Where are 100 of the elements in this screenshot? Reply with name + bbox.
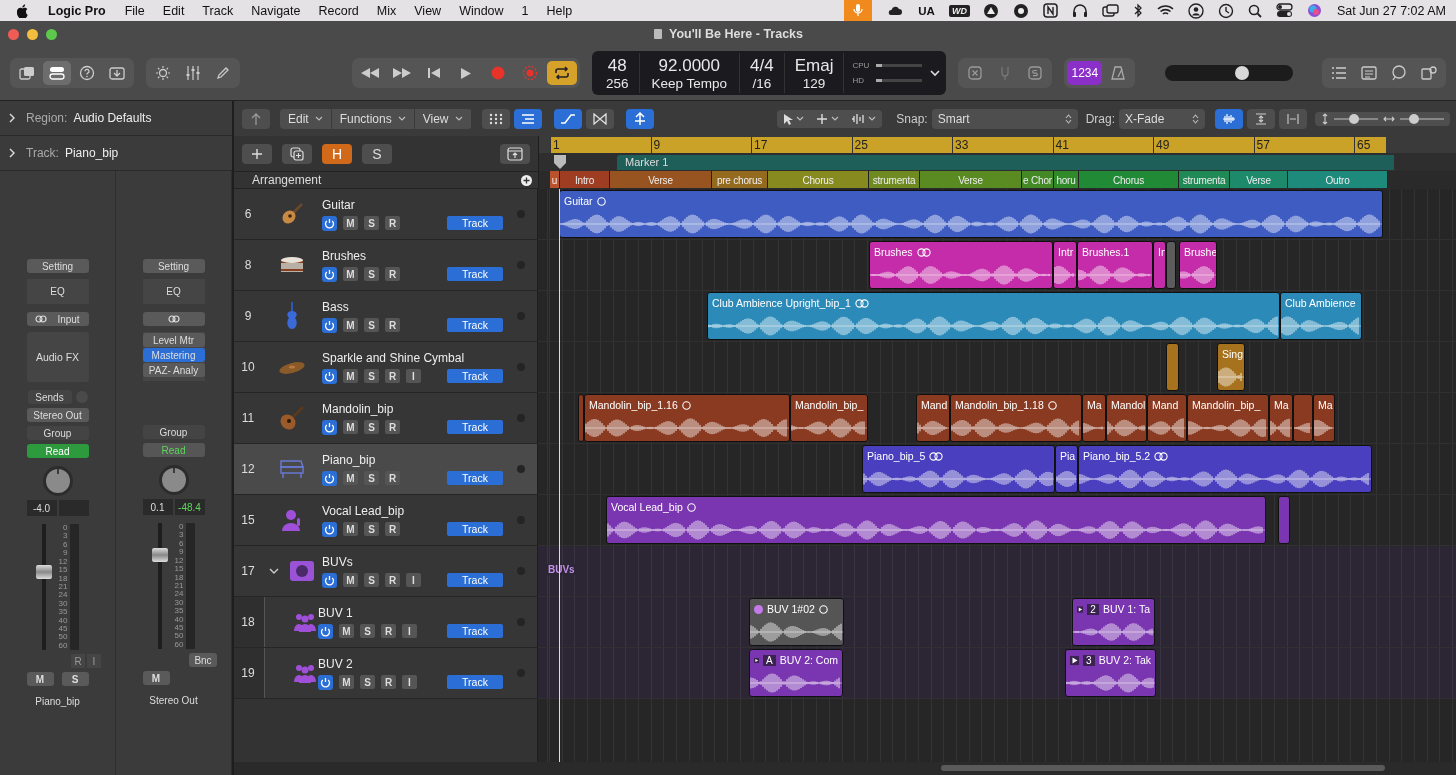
track-header[interactable]: 9 Bass M S R Track [234, 291, 538, 342]
lcd-display[interactable]: 48 256 92.0000 Keep Tempo 4/4 /16 Emaj 129 CPU HD [592, 51, 947, 95]
audio-region[interactable]: Club Ambience [1280, 292, 1362, 340]
arrangement-section[interactable]: Intro [560, 171, 610, 188]
track-toggle[interactable]: M [343, 573, 358, 587]
track-header[interactable]: 19 BUV 2 M S R I Track [234, 648, 538, 699]
automation-button[interactable]: Read [26, 444, 89, 458]
audio-region[interactable]: Mandolin_bip_ [1187, 394, 1269, 442]
audio-region[interactable]: 2 BUV 1: Ta [1072, 598, 1155, 646]
track-toggle[interactable]: S [360, 675, 375, 689]
track-tag[interactable]: Track [447, 318, 503, 332]
eq-display[interactable]: EQ [26, 279, 89, 304]
track-header[interactable]: 18 BUV 1 M S R I Track [234, 597, 538, 648]
audio-region[interactable]: Intr [1053, 241, 1077, 289]
audio-region[interactable]: Mand [916, 394, 950, 442]
audio-region[interactable]: Club Ambience Upright_bip_1 [707, 292, 1280, 340]
track-header[interactable]: 6 Guitar M S R Track [234, 189, 538, 240]
track-toggle[interactable]: M [339, 624, 354, 638]
track-toggle[interactable]: R [385, 267, 400, 281]
plugin-slot[interactable]: Level Mtr [142, 333, 205, 347]
track-name[interactable]: Sparkle and Shine Cymbal [322, 350, 517, 365]
track-toggle[interactable]: S [364, 573, 379, 587]
editor-menu[interactable]: Edit [280, 108, 332, 129]
track-toggle[interactable]: I [402, 675, 417, 689]
audio-region[interactable]: Brushes [869, 241, 1053, 289]
menu-item[interactable]: Track [202, 3, 234, 18]
audio-region[interactable]: A BUV 2: Com [749, 649, 843, 697]
menu-clock[interactable]: Sat Jun 27 7:02 AM [1336, 3, 1446, 18]
hide-button[interactable]: H [322, 143, 352, 164]
audio-region[interactable]: Pia [1055, 445, 1078, 493]
audio-fx-slot[interactable]: Audio FX [26, 332, 89, 382]
arrangement-section[interactable]: Verse [920, 171, 1022, 188]
count-in-button[interactable]: 1234 [1067, 61, 1103, 85]
track-tag[interactable]: Track [447, 471, 503, 485]
track-toggle[interactable]: S [364, 369, 379, 383]
track-toggle[interactable]: S [364, 471, 379, 485]
automation-button[interactable]: Read [142, 443, 205, 457]
drive-badge[interactable]: WD [948, 4, 970, 17]
setting-button[interactable]: Setting [26, 259, 89, 273]
volume-value[interactable]: 0.1 [142, 499, 173, 515]
track-toggle[interactable]: R [385, 420, 400, 434]
audio-region[interactable]: Vocal Lead_bip [606, 496, 1266, 544]
track-toggle[interactable]: M [343, 369, 358, 383]
cycle-range-bar[interactable]: 1 9 17 25 33 41 49 57 65 [550, 137, 1386, 153]
track-tag[interactable]: Track [447, 216, 503, 230]
app-menu[interactable]: Logic Pro [48, 3, 106, 18]
volume-value[interactable]: -4.0 [26, 500, 57, 516]
track-tag[interactable]: Track [447, 369, 503, 383]
track-name[interactable]: Vocal Lead_bip [322, 503, 517, 518]
track-toggle[interactable]: M [339, 675, 354, 689]
arrangement-section[interactable]: horu [1054, 171, 1079, 188]
audio-region[interactable]: Mandolin_bip_ [790, 394, 868, 442]
track-toggle[interactable]: S [364, 267, 379, 281]
arrangement-section[interactable]: u [550, 171, 560, 188]
arrangement-section[interactable]: Outro [1288, 171, 1388, 188]
strip-toggle[interactable]: R [71, 654, 85, 668]
arrangement-section[interactable]: pre chorus [712, 171, 768, 188]
menu-item[interactable]: Help [546, 3, 573, 18]
menu-item[interactable]: Mix [376, 3, 397, 18]
audio-region[interactable]: Ma [1082, 394, 1106, 442]
track-tag[interactable]: Track [447, 420, 503, 434]
audio-region[interactable]: Piano_bip_5.2 [1078, 445, 1372, 493]
strip-button[interactable]: M [142, 671, 170, 685]
arrangement-section[interactable]: strumenta [1179, 171, 1230, 188]
audio-region[interactable]: 3 BUV 2: Tak [1065, 649, 1156, 697]
track-toggle[interactable]: M [343, 471, 358, 485]
arrangement-section[interactable]: e Chor [1022, 171, 1054, 188]
group-button[interactable]: Group [26, 426, 89, 440]
audio-region[interactable]: Ma [1313, 394, 1335, 442]
audio-region[interactable]: Sing [1217, 343, 1245, 391]
arrangement-section[interactable]: Verse [1230, 171, 1288, 188]
track-toggle[interactable]: R [381, 675, 396, 689]
track-toggle[interactable]: S [360, 624, 375, 638]
track-name[interactable]: Piano_bip [322, 452, 517, 467]
plugin-slot[interactable]: Mastering [142, 348, 205, 362]
menu-item[interactable]: 1 [521, 3, 529, 18]
input-button[interactable]: Input [26, 312, 89, 326]
track-toggle[interactable]: I [406, 369, 421, 383]
audio-region[interactable]: Ma [1269, 394, 1293, 442]
track-toggle[interactable]: S [364, 522, 379, 536]
track-toggle[interactable]: R [385, 216, 400, 230]
audio-region[interactable]: Piano_bip_5 [862, 445, 1055, 493]
track-toggle[interactable]: R [385, 369, 400, 383]
track-name[interactable]: Guitar [322, 197, 517, 212]
audio-region[interactable]: Mand [1147, 394, 1187, 442]
track-toggle[interactable]: M [343, 216, 358, 230]
track-tag[interactable]: Track [447, 267, 503, 281]
track-name[interactable]: Brushes [322, 248, 517, 263]
arrangement-section[interactable]: Chorus [768, 171, 869, 188]
track-tag[interactable]: Track [447, 624, 503, 638]
track-toggle[interactable]: R [381, 624, 396, 638]
track-toggle[interactable]: M [343, 267, 358, 281]
track-header[interactable]: 10 Sparkle and Shine Cymbal M S R I Track [234, 342, 538, 393]
eq-display[interactable]: EQ [142, 279, 205, 304]
audio-region[interactable]: Mandol [1106, 394, 1147, 442]
menu-item[interactable]: File [124, 3, 145, 18]
editor-menu[interactable]: View [414, 108, 472, 129]
track-toggle[interactable]: R [385, 573, 400, 587]
audio-region[interactable]: Brushes.1 [1077, 241, 1153, 289]
audio-region[interactable]: Mandolin_bip_1.16 [584, 394, 790, 442]
